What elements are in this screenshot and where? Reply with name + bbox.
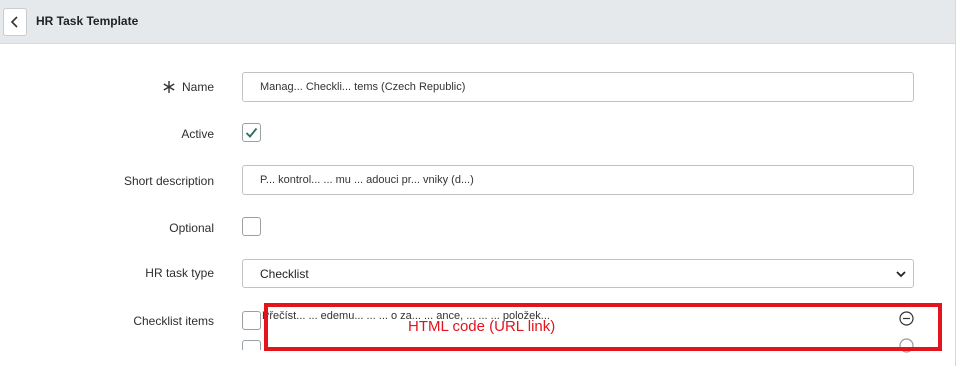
back-button[interactable] [3, 8, 27, 36]
short-description-label: Short description [123, 174, 214, 188]
checklist-item-checkbox[interactable] [242, 311, 261, 330]
short-description-field[interactable]: P... kontrol... ... mu ... adouci pr... … [242, 165, 914, 195]
right-border [955, 0, 956, 366]
name-field[interactable]: Manag... Checkli... tems (Czech Republic… [242, 72, 914, 102]
checklist-item-text[interactable]: Přečíst... ... edemu... ... ... o za... … [262, 310, 892, 322]
checklist-items-label: Checklist items [133, 314, 214, 328]
checklist-item-checkbox-2[interactable] [242, 340, 261, 350]
checkmark-icon [245, 127, 258, 138]
chevron-down-icon [896, 271, 906, 278]
chevron-left-icon [10, 16, 18, 28]
short-description-value: P... kontrol... ... mu ... adouci pr... … [260, 174, 474, 186]
optional-checkbox[interactable] [242, 217, 261, 236]
form-header: HR Task Template [0, 0, 955, 44]
hr-task-type-label: HR task type [145, 266, 214, 280]
hr-task-type-select[interactable]: Checklist [242, 259, 914, 288]
active-checkbox[interactable] [242, 123, 261, 142]
required-asterisk-icon [163, 81, 175, 93]
active-label: Active [181, 127, 214, 141]
minus-circle-icon[interactable] [899, 338, 914, 353]
annotation-label: HTML code (URL link) [408, 318, 556, 335]
name-value: Manag... Checkli... tems (Czech Republic… [260, 81, 466, 93]
optional-label: Optional [169, 221, 214, 235]
minus-circle-icon[interactable] [899, 311, 914, 326]
page-title: HR Task Template [36, 14, 139, 28]
name-label: Name [181, 80, 214, 94]
hr-task-type-value: Checklist [260, 266, 309, 281]
